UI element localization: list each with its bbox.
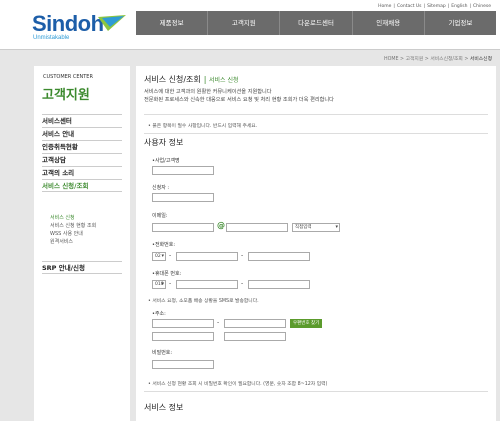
sidebar-menu: 서비스센터 서비스 안내 인증취득현황 고객상담 고객의 소리 서비스 신청/조… [42,114,122,192]
sidebar-item-consultation[interactable]: 고객상담 [42,153,122,166]
breadcrumb-current: 서비스신청 [469,57,492,62]
description-line-1: 서비스에 대한 고객과의 원활한 커뮤니케이션을 지원합니다 [144,89,272,95]
sindoh-logo[interactable]: Sindoh Unmistakable [32,11,104,41]
chinese-link[interactable]: Chinese [472,4,492,9]
phone-last-input[interactable] [248,252,310,261]
mobile-last-input[interactable] [248,280,310,289]
email-domain-select[interactable]: 직접입력 [292,223,340,232]
nav-company[interactable]: 기업정보 [425,11,496,35]
submenu-remote-service[interactable]: 원격서비스 [50,238,96,246]
phone-label: 전화번호: [152,241,175,248]
phone-prefix-select[interactable]: 02 [152,252,166,261]
site-header: Sindoh Unmistakable Home | Contact Us | Site… [0,0,500,50]
phone-dash: - [169,252,172,259]
page-title-text: 서비스 신청/조회 [144,75,201,84]
password-input[interactable] [152,360,214,369]
email-domain-select-value: 직접입력 [295,225,312,230]
sidebar-submenu: 서비스 신청 서비스 신청 현황 조회 WSS 사용 안내 원격서비스 [50,214,96,246]
submenu-wss-guide[interactable]: WSS 사용 안내 [50,230,96,238]
logo-arrow-icon [98,15,126,31]
sidebar-label: CUSTOMER CENTER [43,74,93,80]
home-link[interactable]: Home [377,4,392,9]
logo-wordmark: Sindoh [32,11,104,36]
page-title: 서비스 신청/조회 | 서비스 신청 [144,74,239,85]
main-content: 서비스 신청/조회 | 서비스 신청 서비스에 대한 고객과의 원활한 커뮤니케이… [136,66,496,421]
sidebar-item-srp[interactable]: SRP 안내/신청 [42,261,122,274]
sidebar-item-service-guide[interactable]: 서비스 안내 [42,127,122,140]
company-input[interactable] [152,166,214,175]
english-link[interactable]: English [450,4,468,9]
sms-note: • 서비스 요청, 소모품 배송 상황을 SMS로 발송합니다. [148,299,259,304]
address-line2-input[interactable] [224,332,286,341]
email-domain-input[interactable] [226,223,288,232]
mobile-dash: - [169,280,172,287]
breadcrumb: HOME > 고객지원 > 서비스신청/조회 > 서비스신청 [384,55,492,62]
company-label: 사업/고객명 [152,157,180,164]
required-note: • 붉은 항목이 필수 사항입니다. 반드시 입력해 주세요. [148,124,258,129]
nav-careers[interactable]: 인재채용 [353,11,425,35]
sidebar-item-service-center[interactable]: 서비스센터 [42,114,122,127]
phone-middle-input[interactable] [176,252,238,261]
applicant-input[interactable] [152,193,214,202]
contact-link[interactable]: Contact Us [396,4,423,9]
submenu-status-lookup[interactable]: 서비스 신청 현황 조회 [50,222,96,230]
page-description: 서비스에 대한 고객과의 원활한 커뮤니케이션을 지원합니다 전문화된 프로세스… [144,88,334,104]
zip-search-button[interactable]: 우편번호 찾기 [290,319,323,328]
nav-support[interactable]: 고객지원 [208,11,281,35]
address-line1-input[interactable] [152,332,214,341]
address-label: 주소: [152,310,166,317]
description-line-2: 전문화된 프로세스와 신속한 대응으로 서비스 요청 및 처리 현황 조회가 더… [144,97,334,103]
global-nav: 제품정보 고객지원 다운로드센터 인재채용 기업정보 [136,11,496,35]
mobile-prefix-value: 010 [155,282,164,287]
sidebar: CUSTOMER CENTER 고객지원 서비스센터 서비스 안내 인증취득현황… [34,66,130,421]
zip-second-input[interactable] [224,319,286,328]
page-subtitle: 서비스 신청 [209,77,239,84]
email-label: 이메일: [152,213,168,219]
divider [144,391,488,392]
section-user-info: 사용자 정보 [144,138,184,147]
mobile-label: 휴대폰 번호: [152,270,181,277]
sidebar-item-voice[interactable]: 고객의 소리 [42,166,122,179]
nav-products[interactable]: 제품정보 [136,11,209,35]
email-id-input[interactable] [152,223,214,232]
nav-download[interactable]: 다운로드센터 [280,11,353,35]
zip-first-input[interactable] [152,319,214,328]
title-separator: | [203,75,207,84]
password-label: 비밀번호: [152,350,173,356]
breadcrumb-trail[interactable]: HOME > 고객지원 > 서비스신청/조회 > [384,57,468,62]
sitemap-link[interactable]: Sitemap [426,4,447,9]
sidebar-item-certifications[interactable]: 인증취득현황 [42,140,122,153]
phone-dash: - [241,252,244,259]
email-at-sign: @ [217,221,225,230]
mobile-prefix-select[interactable]: 010 [152,280,166,289]
password-note: • 서비스 신청 현황 조회 시 비밀번호 확인이 필요합니다. (영문, 숫자… [148,382,328,387]
sidebar-title: 고객지원 [42,88,90,103]
mobile-middle-input[interactable] [176,280,238,289]
divider [144,133,488,134]
applicant-label: 신청자 : [152,185,170,191]
submenu-service-request[interactable]: 서비스 신청 [50,214,96,222]
zip-dash: - [217,319,220,326]
mobile-dash: - [241,280,244,287]
top-utility-links: Home | Contact Us | Sitemap | English | Chinese [377,4,492,9]
divider [144,114,488,115]
section-service-info: 서비스 정보 [144,403,184,412]
sidebar-item-service-request[interactable]: 서비스 신청/조회 [42,179,122,192]
phone-prefix-value: 02 [155,254,161,259]
